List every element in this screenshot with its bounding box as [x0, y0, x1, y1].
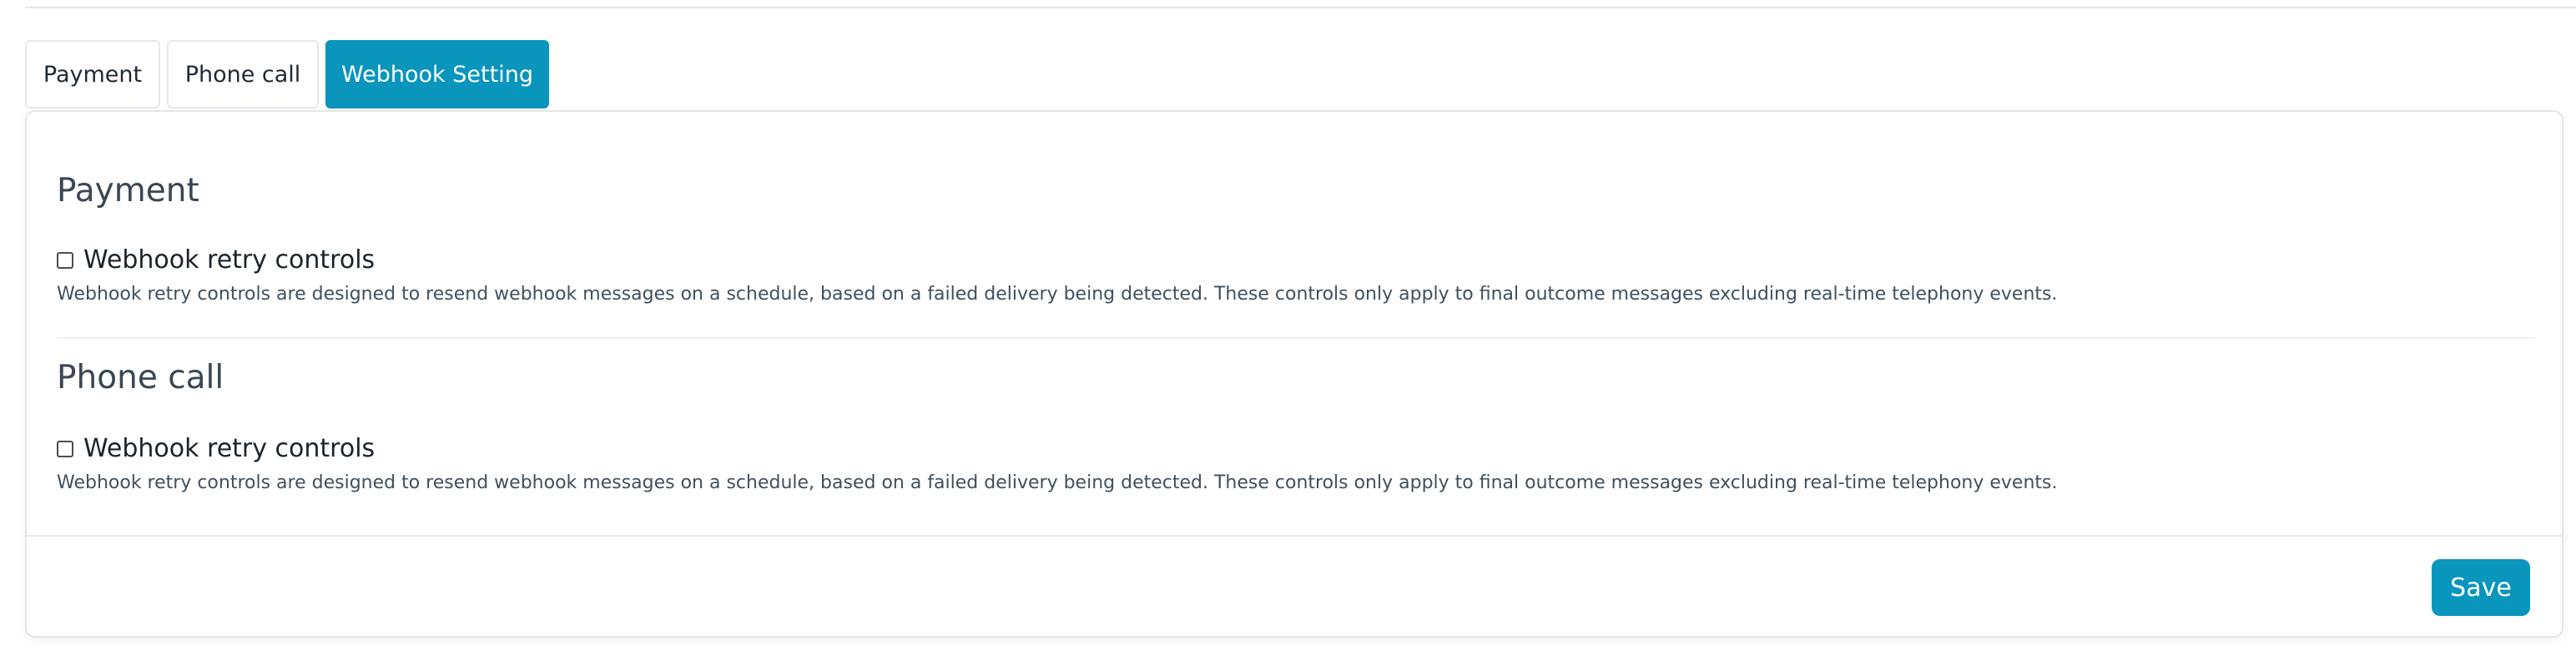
settings-tab-bar: Payment Phone call Webhook Setting — [25, 40, 549, 108]
tab-phone-call[interactable]: Phone call — [167, 40, 319, 108]
payment-retry-description: Webhook retry controls are designed to r… — [57, 284, 2058, 305]
phone-call-retry-control-row: Webhook retry controls — [57, 434, 375, 463]
payment-retry-label[interactable]: Webhook retry controls — [83, 245, 375, 275]
save-button[interactable]: Save — [2432, 559, 2530, 616]
phone-call-retry-description: Webhook retry controls are designed to r… — [57, 472, 2058, 493]
webhook-settings-panel: Payment Webhook retry controls Webhook r… — [25, 110, 2563, 638]
section-title-payment: Payment — [57, 172, 199, 209]
tab-payment[interactable]: Payment — [25, 40, 160, 108]
payment-retry-checkbox[interactable] — [57, 251, 73, 269]
section-divider — [57, 337, 2535, 339]
footer-divider — [27, 535, 2562, 537]
phone-call-retry-label[interactable]: Webhook retry controls — [83, 434, 375, 463]
section-title-phone-call: Phone call — [57, 359, 224, 396]
top-divider — [25, 7, 2576, 8]
tab-webhook-setting[interactable]: Webhook Setting — [325, 40, 549, 108]
phone-call-retry-checkbox[interactable] — [57, 440, 73, 457]
payment-retry-control-row: Webhook retry controls — [57, 245, 375, 275]
